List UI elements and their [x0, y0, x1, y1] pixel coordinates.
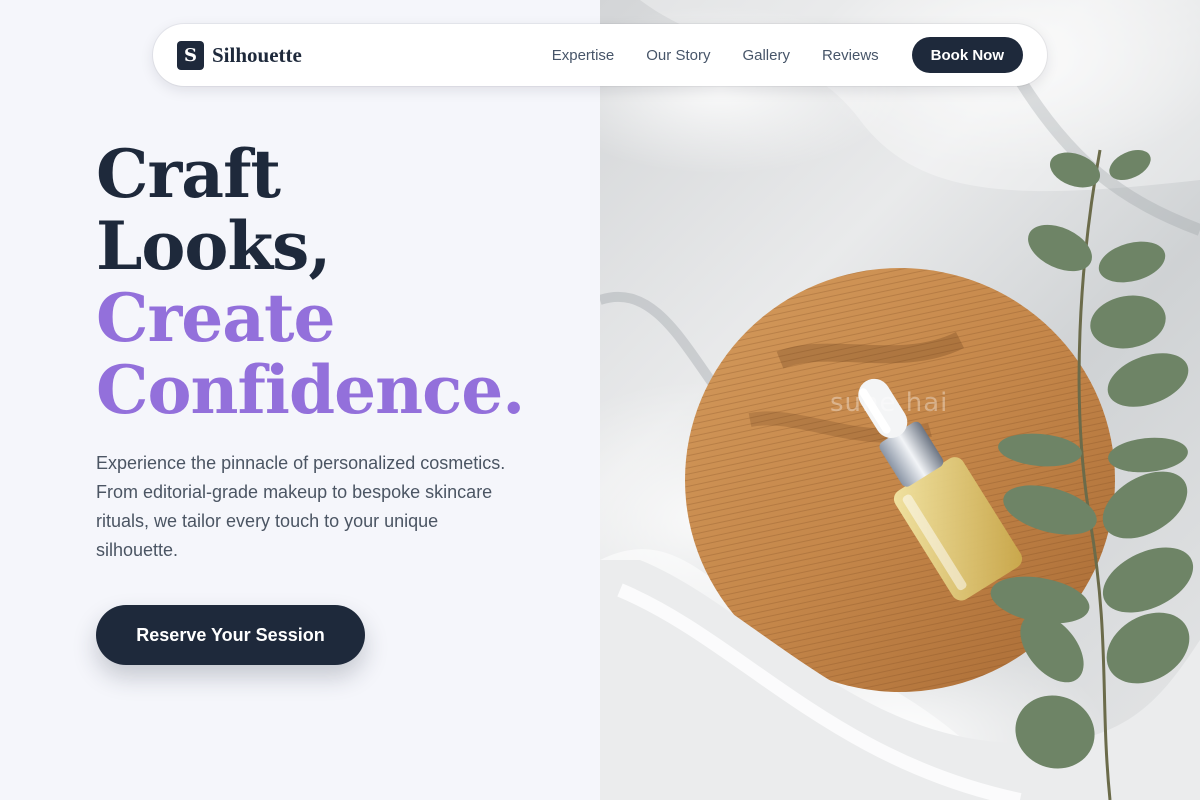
nav-link-expertise[interactable]: Expertise — [552, 47, 615, 64]
hero-image: sune hai — [600, 0, 1200, 800]
hero-title-line-4: Confidence. — [96, 351, 525, 429]
nav-link-gallery[interactable]: Gallery — [742, 47, 790, 64]
top-navigation: S Silhouette Expertise Our Story Gallery… — [153, 24, 1047, 86]
nav-link-our-story[interactable]: Our Story — [646, 47, 710, 64]
image-watermark: sune hai — [830, 388, 949, 418]
hero-title-line-3: Create — [96, 279, 336, 357]
hero-title-line-2: Looks, — [96, 207, 331, 285]
nav-links: Expertise Our Story Gallery Reviews Book… — [552, 37, 1023, 73]
book-now-button[interactable]: Book Now — [911, 37, 1023, 73]
reserve-session-button[interactable]: Reserve Your Session — [96, 605, 365, 665]
hero-title-line-1: Craft — [96, 135, 281, 213]
brand-name: Silhouette — [212, 42, 302, 67]
hero-description: Experience the pinnacle of personalized … — [96, 453, 506, 560]
hero-title: Craft Looks, Create Confidence. — [96, 138, 576, 426]
logo-mark: S — [177, 40, 204, 70]
nav-link-reviews[interactable]: Reviews — [822, 47, 879, 64]
brand-logo[interactable]: S Silhouette — [177, 40, 302, 70]
